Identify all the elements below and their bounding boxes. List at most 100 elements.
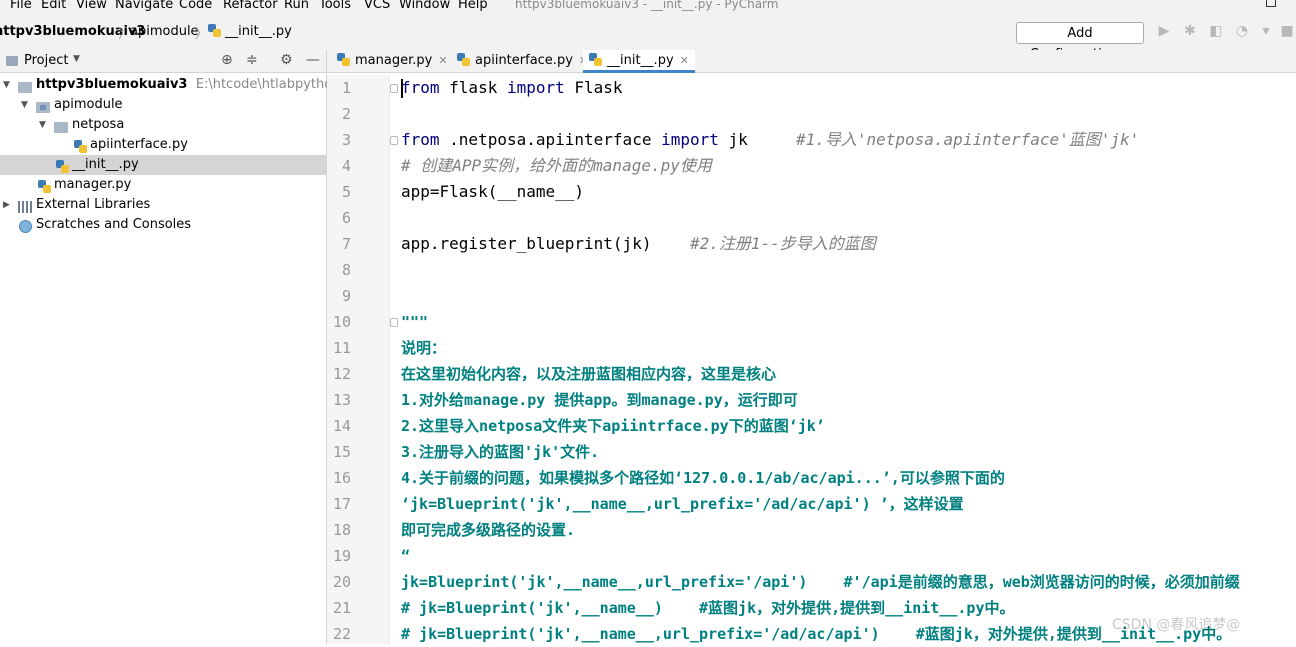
line-number: 13	[332, 391, 351, 409]
stop-icon[interactable]: ■	[1280, 24, 1294, 38]
project-tool-window: Project ▼ ⊕ ≑ ⚙ — ▼ httpv3bluemokuaiv3 E…	[0, 50, 374, 644]
menu-refactor[interactable]: Refactor	[223, 0, 278, 12]
add-configuration-button[interactable]: Add Configuration...	[1016, 22, 1144, 62]
menu-help[interactable]: Help	[458, 0, 488, 12]
menu-bar: File Edit View Navigate Code Refactor Ru…	[0, 0, 1296, 14]
line-number: 19	[332, 547, 351, 565]
tree-item-label: manager.py	[54, 177, 132, 192]
tree-item-project-root[interactable]: ▼ httpv3bluemokuaiv3 E:\htcode\htlabpyth…	[0, 75, 374, 95]
menu-vcs[interactable]: VCS	[364, 0, 390, 12]
tree-item-label: __init__.py	[72, 157, 139, 172]
line-number: 18	[332, 521, 351, 539]
line-number: 9	[341, 287, 351, 305]
line-number: 3	[341, 131, 351, 149]
tree-item-init[interactable]: __init__.py	[0, 155, 326, 175]
hide-icon[interactable]: —	[306, 52, 320, 68]
docstring-line: 在这里初始化内容，以及注册蓝图相应内容，这里是核心	[401, 365, 777, 383]
tree-item-label: Scratches and Consoles	[36, 217, 192, 232]
menu-view[interactable]: View	[76, 0, 107, 12]
docstring-line: 1.对外给manage.py 提供app。到manage.py，运行即可	[401, 391, 798, 409]
menu-edit[interactable]: Edit	[41, 0, 66, 12]
code-keyword: from	[401, 78, 440, 97]
line-number: 4	[341, 157, 351, 175]
csdn-watermark: CSDN @春风追梦@	[1112, 617, 1241, 633]
menu-tools[interactable]: Tools	[319, 0, 351, 12]
code-keyword: from	[401, 130, 440, 149]
line-number: 21	[332, 599, 351, 617]
line-number: 20	[332, 573, 351, 591]
code-line: app=Flask(__name__)	[401, 182, 585, 201]
chevron-down-icon[interactable]: ▼	[21, 95, 28, 115]
line-number: 6	[341, 209, 351, 227]
code-text: flask	[439, 78, 507, 97]
tree-item-label: External Libraries	[36, 197, 151, 212]
tree-item-netposa[interactable]: ▼ netposa	[0, 115, 326, 135]
menu-navigate[interactable]: Navigate	[115, 0, 173, 12]
line-number: 15	[332, 443, 351, 461]
tab-init[interactable]: __init__.py ✕	[583, 50, 695, 73]
line-number: 10	[332, 313, 351, 331]
restore-window-icon[interactable]	[1266, 0, 1276, 7]
tab-manager[interactable]: manager.py ✕	[337, 50, 448, 72]
project-pane-title[interactable]: Project	[24, 53, 68, 68]
line-number: 16	[332, 469, 351, 487]
python-file-icon	[589, 53, 602, 66]
collapse-all-icon[interactable]: ≑	[246, 52, 258, 68]
tab-label: apiinterface.py	[475, 53, 573, 68]
code-comment: #2.注册1--步导入的蓝图	[689, 234, 876, 253]
line-number: 7	[341, 235, 351, 253]
run-icon[interactable]: ▶	[1157, 24, 1171, 38]
code-text: Flask	[564, 78, 623, 97]
tree-item-apimodule[interactable]: ▼ apimodule	[0, 95, 326, 115]
menu-run[interactable]: Run	[284, 0, 309, 12]
docstring-line: # jk=Blueprint('jk',__name__,url_prefix=…	[401, 625, 1232, 643]
code-text: jk	[718, 130, 796, 149]
window-title: httpv3bluemokuaiv3 - __init__.py - PyCha…	[515, 0, 779, 11]
chevron-down-icon[interactable]: ▼	[3, 75, 10, 95]
line-number: 8	[341, 261, 351, 279]
close-icon[interactable]: ✕	[438, 54, 447, 67]
tree-item-scratches[interactable]: Scratches and Consoles	[0, 215, 326, 235]
run-dropdown-icon[interactable]: ▾	[1259, 24, 1273, 38]
tree-item-apiinterface[interactable]: apiinterface.py	[0, 135, 326, 155]
docstring-line: """	[401, 313, 429, 331]
tree-item-label: netposa	[72, 117, 125, 132]
chevron-right-icon[interactable]: ▶	[3, 195, 10, 215]
tab-label: __init__.py	[607, 53, 674, 68]
line-number: 22	[332, 625, 351, 643]
code-line: from flask import Flask	[401, 75, 623, 101]
menu-window[interactable]: Window	[399, 0, 450, 12]
gear-icon[interactable]: ⚙	[280, 52, 293, 68]
fold-marker-icon[interactable]	[390, 84, 398, 93]
chevron-down-icon[interactable]: ▼	[73, 54, 80, 64]
fold-marker-icon[interactable]	[390, 136, 398, 145]
docstring-line: # jk=Blueprint('jk',__name__) #蓝图jk，对外提供…	[401, 599, 1015, 617]
scratches-icon	[19, 218, 32, 238]
python-file-icon	[337, 53, 350, 66]
breadcrumb-file[interactable]: __init__.py	[208, 24, 292, 39]
close-icon[interactable]: ✕	[680, 54, 689, 67]
tree-item-external-libraries[interactable]: ▶ External Libraries	[0, 195, 326, 215]
tab-apiinterface[interactable]: apiinterface.py✕	[457, 50, 588, 72]
tab-label: manager.py	[355, 53, 433, 68]
docstring-line: 2.这里导入netposa文件夹下apiintrface.py下的蓝图‘jk’	[401, 417, 825, 435]
code-line: app.register_blueprint(jk) #2.注册1--步导入的蓝…	[401, 231, 876, 257]
tree-item-manager[interactable]: manager.py	[0, 175, 326, 195]
profile-icon[interactable]: ◔	[1235, 24, 1249, 38]
line-number: 5	[341, 183, 351, 201]
line-number: 2	[341, 105, 351, 123]
code-line: from .netposa.apiinterface import jk #1.…	[401, 127, 1139, 153]
python-file-icon	[208, 24, 221, 37]
menu-file[interactable]: File	[10, 0, 32, 12]
fold-marker-icon[interactable]	[390, 318, 398, 327]
menu-code[interactable]: Code	[179, 0, 212, 12]
chevron-down-icon[interactable]: ▼	[39, 115, 46, 135]
code-keyword: import	[506, 78, 565, 97]
tree-item-label: apiinterface.py	[90, 137, 188, 152]
breadcrumb-module[interactable]: apimodule	[130, 24, 199, 39]
code-comment: # 创建APP实例，给外面的manage.py使用	[401, 156, 712, 175]
code-text: .netposa.apiinterface	[439, 130, 662, 149]
debug-icon[interactable]: ✱	[1183, 24, 1197, 38]
locate-icon[interactable]: ⊕	[221, 52, 233, 68]
coverage-icon[interactable]: ◧	[1209, 24, 1223, 38]
